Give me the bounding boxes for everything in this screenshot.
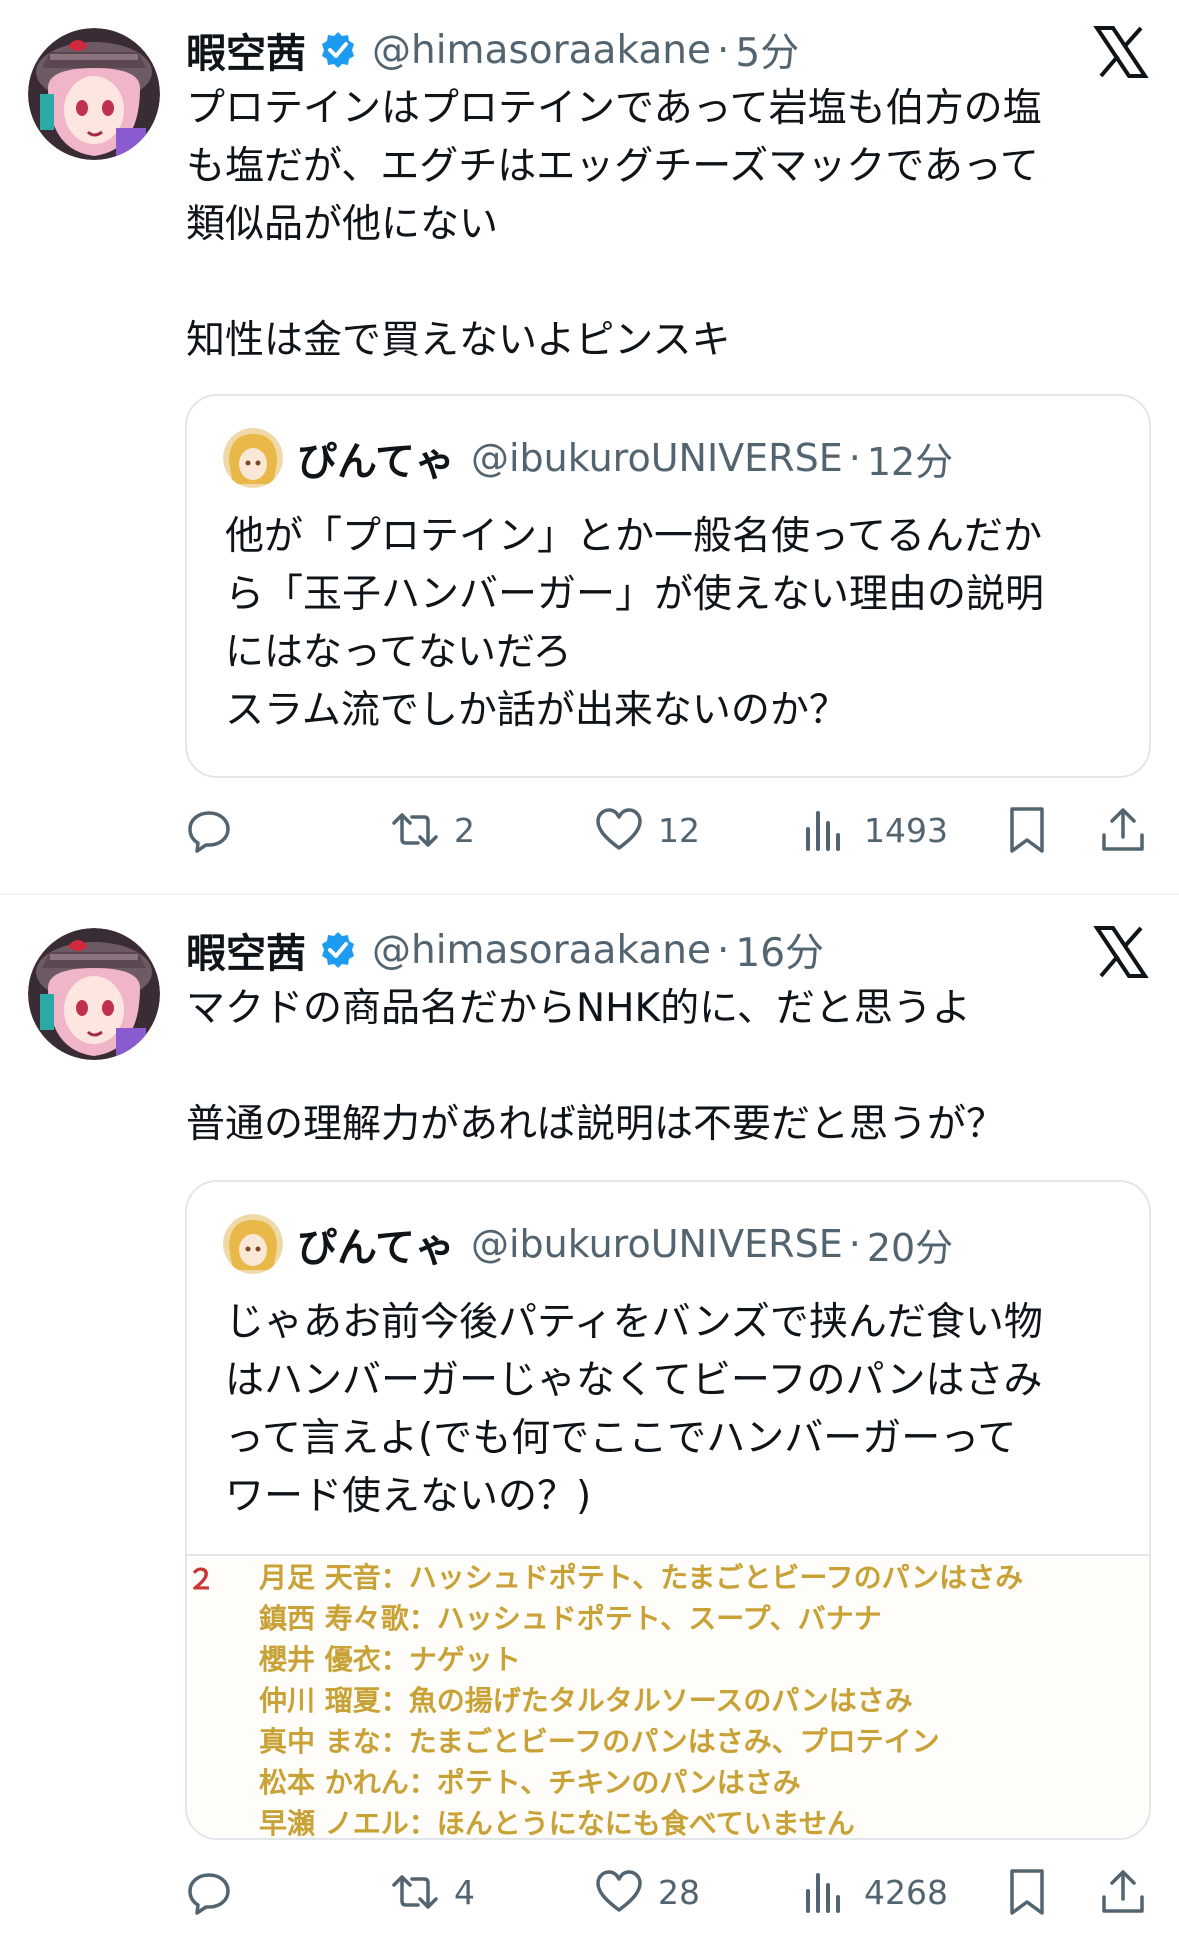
separator-dot: ·: [848, 436, 861, 480]
verified-badge-icon: [318, 930, 358, 970]
image-text-line: 真中 まな：たまごとビーフのパンはさみ、プロテイン: [259, 1725, 940, 1758]
tweet-divider: [0, 893, 1179, 895]
view-count: 1493: [864, 810, 948, 850]
separator-dot: ·: [848, 1222, 861, 1266]
retweet-icon: [392, 1875, 438, 1909]
retweet-icon: [392, 813, 438, 847]
retweet-count: 2: [454, 810, 475, 850]
share-icon: [1102, 1870, 1144, 1913]
image-edge-mark: ２: [187, 1563, 216, 1596]
separator-dot: ·: [716, 27, 730, 73]
retweet-count: 4: [454, 1872, 475, 1912]
like-button[interactable]: 12: [594, 800, 700, 860]
like-count: 28: [658, 1872, 700, 1912]
reply-icon: [188, 1873, 230, 1915]
reply-button[interactable]: [184, 800, 248, 860]
tweet-1[interactable]: 暇空茜 @himasoraakane · 5分 プロテインはプロテインであって岩…: [0, 0, 1179, 900]
share-button[interactable]: [1098, 1862, 1148, 1922]
x-logo-icon: [1093, 924, 1149, 980]
share-button[interactable]: [1098, 800, 1148, 860]
like-button[interactable]: 28: [594, 1862, 700, 1922]
verified-badge-icon: [318, 30, 358, 70]
bookmark-button[interactable]: [1002, 1862, 1052, 1922]
quote-author-handle[interactable]: @ibukuroUNIVERSE: [471, 1222, 843, 1266]
image-text-line: 早瀬 ノエル：ほんとうになにも食べていません: [259, 1807, 855, 1840]
quote-author-name[interactable]: ぴんてゃ: [297, 429, 455, 487]
tweet-header: 暇空茜 @himasoraakane · 16分: [186, 922, 824, 978]
separator-dot: ·: [716, 927, 730, 973]
views-icon: [806, 1873, 840, 1913]
author-name[interactable]: 暇空茜: [186, 921, 306, 979]
quote-timestamp[interactable]: 20分: [867, 1217, 953, 1272]
retweet-button[interactable]: 2: [390, 800, 475, 860]
views-icon: [806, 811, 840, 851]
views-button[interactable]: 1493: [800, 800, 948, 860]
quoted-tweet[interactable]: ぴんてゃ @ibukuroUNIVERSE · 12分 他が「プロテイン」とか一…: [185, 394, 1151, 778]
quote-text: 他が「プロテイン」とか一般名使ってるんだか ら「玉子ハンバーガー」が使えない理由…: [225, 514, 1045, 733]
like-count: 12: [658, 810, 700, 850]
like-icon: [596, 1870, 642, 1912]
author-avatar[interactable]: [28, 28, 160, 160]
author-name[interactable]: 暇空茜: [186, 21, 306, 79]
quote-header: ぴんてゃ @ibukuroUNIVERSE · 20分: [223, 1214, 953, 1274]
bookmark-button[interactable]: [1002, 800, 1052, 860]
bookmark-icon: [1010, 1869, 1044, 1915]
quote-author-handle[interactable]: @ibukuroUNIVERSE: [471, 436, 843, 480]
quote-header: ぴんてゃ @ibukuroUNIVERSE · 12分: [223, 428, 953, 488]
timestamp[interactable]: 16分: [735, 922, 824, 978]
x-logo-icon: [1093, 24, 1149, 80]
quote-avatar[interactable]: [223, 1214, 283, 1274]
quote-attached-image[interactable]: ２ 月足 天音：ハッシュドポテト、たまごとビーフのパンはさみ 鎮西 寿々歌：ハッ…: [187, 1554, 1149, 1840]
image-text-line: 櫻井 優衣：ナゲット: [259, 1643, 521, 1676]
retweet-button[interactable]: 4: [390, 1862, 475, 1922]
tweet-actions: 4 28 4268: [0, 1862, 1179, 1922]
tweet-2[interactable]: 暇空茜 @himasoraakane · 16分 マクドの商品名だからNHK的に…: [0, 900, 1179, 1942]
author-handle[interactable]: @himasoraakane: [372, 928, 711, 973]
views-button[interactable]: 4268: [800, 1862, 948, 1922]
bookmark-icon: [1010, 807, 1044, 853]
image-text-line: 月足 天音：ハッシュドポテト、たまごとビーフのパンはさみ: [259, 1561, 1024, 1594]
image-text-line: 松本 かれん：ポテト、チキンのパンはさみ: [259, 1766, 801, 1799]
like-icon: [596, 808, 642, 850]
quote-author-name[interactable]: ぴんてゃ: [297, 1215, 455, 1273]
quoted-tweet[interactable]: ぴんてゃ @ibukuroUNIVERSE · 20分 じゃあお前今後パティをバ…: [185, 1180, 1151, 1840]
reply-icon: [188, 811, 230, 853]
image-text-line: 仲川 瑠夏：魚の揚げたタルタルソースのパンはさみ: [259, 1684, 913, 1717]
tweet-header: 暇空茜 @himasoraakane · 5分: [186, 22, 799, 78]
quote-timestamp[interactable]: 12分: [867, 431, 953, 486]
tweet-text: プロテインはプロテインであって岩塩も伯方の塩 も塩だが、エグチはエッグチーズマッ…: [186, 86, 1042, 363]
share-icon: [1102, 808, 1144, 851]
quote-avatar[interactable]: [223, 428, 283, 488]
author-handle[interactable]: @himasoraakane: [372, 28, 711, 73]
quote-text: じゃあお前今後パティをバンズで挟んだ食い物 はハンバーガーじゃなくてビーフのパン…: [225, 1300, 1043, 1519]
tweet-text: マクドの商品名だからNHK的に、だと思うよ 普通の理解力があれば説明は不要だと思…: [186, 986, 1006, 1147]
tweet-actions: 2 12 1493: [0, 800, 1179, 860]
image-text-line: 鎮西 寿々歌：ハッシュドポテト、スープ、バナナ: [259, 1602, 882, 1635]
timestamp[interactable]: 5分: [735, 22, 799, 78]
author-avatar[interactable]: [28, 928, 160, 1060]
view-count: 4268: [864, 1872, 948, 1912]
reply-button[interactable]: [184, 1862, 248, 1922]
